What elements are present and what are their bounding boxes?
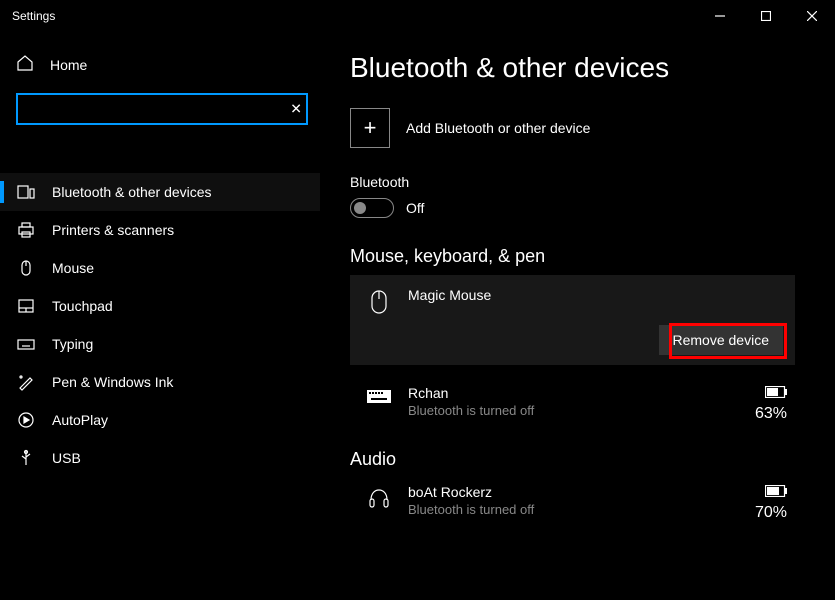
main-content: Bluetooth & other devices + Add Bluetoot…: [320, 32, 835, 600]
device-row[interactable]: Rchan Bluetooth is turned off 63%: [350, 379, 795, 439]
battery-icon: [765, 484, 787, 502]
sidebar: Home ✕ Bluetooth & other devices Printer…: [0, 32, 320, 600]
device-name: boAt Rockerz: [408, 484, 739, 500]
sidebar-item-pen[interactable]: Pen & Windows Ink: [0, 363, 320, 401]
close-button[interactable]: [789, 0, 835, 32]
minimize-button[interactable]: [697, 0, 743, 32]
window-title: Settings: [12, 9, 697, 23]
group-header-mouse-keyboard-pen: Mouse, keyboard, & pen: [350, 246, 795, 267]
sidebar-item-typing[interactable]: Typing: [0, 325, 320, 363]
printer-icon: [16, 221, 36, 239]
usb-icon: [16, 449, 36, 467]
device-name: Magic Mouse: [408, 287, 779, 303]
add-device-button[interactable]: + Add Bluetooth or other device: [350, 108, 795, 148]
nav-label: Touchpad: [52, 298, 113, 314]
headphones-icon: [366, 484, 392, 510]
sidebar-item-printers[interactable]: Printers & scanners: [0, 211, 320, 249]
group-header-audio: Audio: [350, 449, 795, 470]
pen-icon: [16, 373, 36, 391]
nav-label: Mouse: [52, 260, 94, 276]
device-card-selected[interactable]: Magic Mouse Remove device: [350, 275, 795, 365]
home-label: Home: [50, 57, 87, 73]
nav-label: AutoPlay: [52, 412, 108, 428]
add-device-label: Add Bluetooth or other device: [406, 120, 590, 136]
home-nav[interactable]: Home: [0, 44, 320, 85]
battery-percent: 70%: [755, 504, 787, 522]
autoplay-icon: [16, 411, 36, 429]
remove-device-button[interactable]: Remove device: [659, 325, 784, 355]
nav-label: Typing: [52, 336, 93, 352]
device-row[interactable]: boAt Rockerz Bluetooth is turned off 70%: [350, 478, 795, 538]
bluetooth-label: Bluetooth: [350, 174, 795, 190]
keyboard-icon: [366, 385, 392, 405]
battery-percent: 63%: [755, 405, 787, 423]
mouse-icon: [366, 287, 392, 315]
page-title: Bluetooth & other devices: [350, 52, 795, 84]
device-status: Bluetooth is turned off: [408, 502, 739, 517]
nav-label: USB: [52, 450, 81, 466]
devices-icon: [16, 183, 36, 201]
search-box: ✕: [16, 93, 308, 125]
bluetooth-state: Off: [406, 200, 424, 216]
nav-label: Bluetooth & other devices: [52, 184, 212, 200]
clear-icon[interactable]: ✕: [290, 101, 302, 118]
search-input[interactable]: [16, 93, 308, 125]
device-name: Rchan: [408, 385, 739, 401]
sidebar-item-bluetooth-devices[interactable]: Bluetooth & other devices: [0, 173, 320, 211]
touchpad-icon: [16, 297, 36, 315]
nav-label: Printers & scanners: [52, 222, 174, 238]
sidebar-item-mouse[interactable]: Mouse: [0, 249, 320, 287]
sidebar-item-autoplay[interactable]: AutoPlay: [0, 401, 320, 439]
bluetooth-toggle[interactable]: [350, 198, 394, 218]
titlebar: Settings: [0, 0, 835, 32]
plus-icon: +: [350, 108, 390, 148]
mouse-icon: [16, 259, 36, 277]
battery-icon: [765, 385, 787, 403]
home-icon: [16, 54, 34, 75]
keyboard-icon: [16, 335, 36, 353]
device-status: Bluetooth is turned off: [408, 403, 739, 418]
maximize-button[interactable]: [743, 0, 789, 32]
nav-label: Pen & Windows Ink: [52, 374, 173, 390]
sidebar-item-touchpad[interactable]: Touchpad: [0, 287, 320, 325]
sidebar-item-usb[interactable]: USB: [0, 439, 320, 477]
